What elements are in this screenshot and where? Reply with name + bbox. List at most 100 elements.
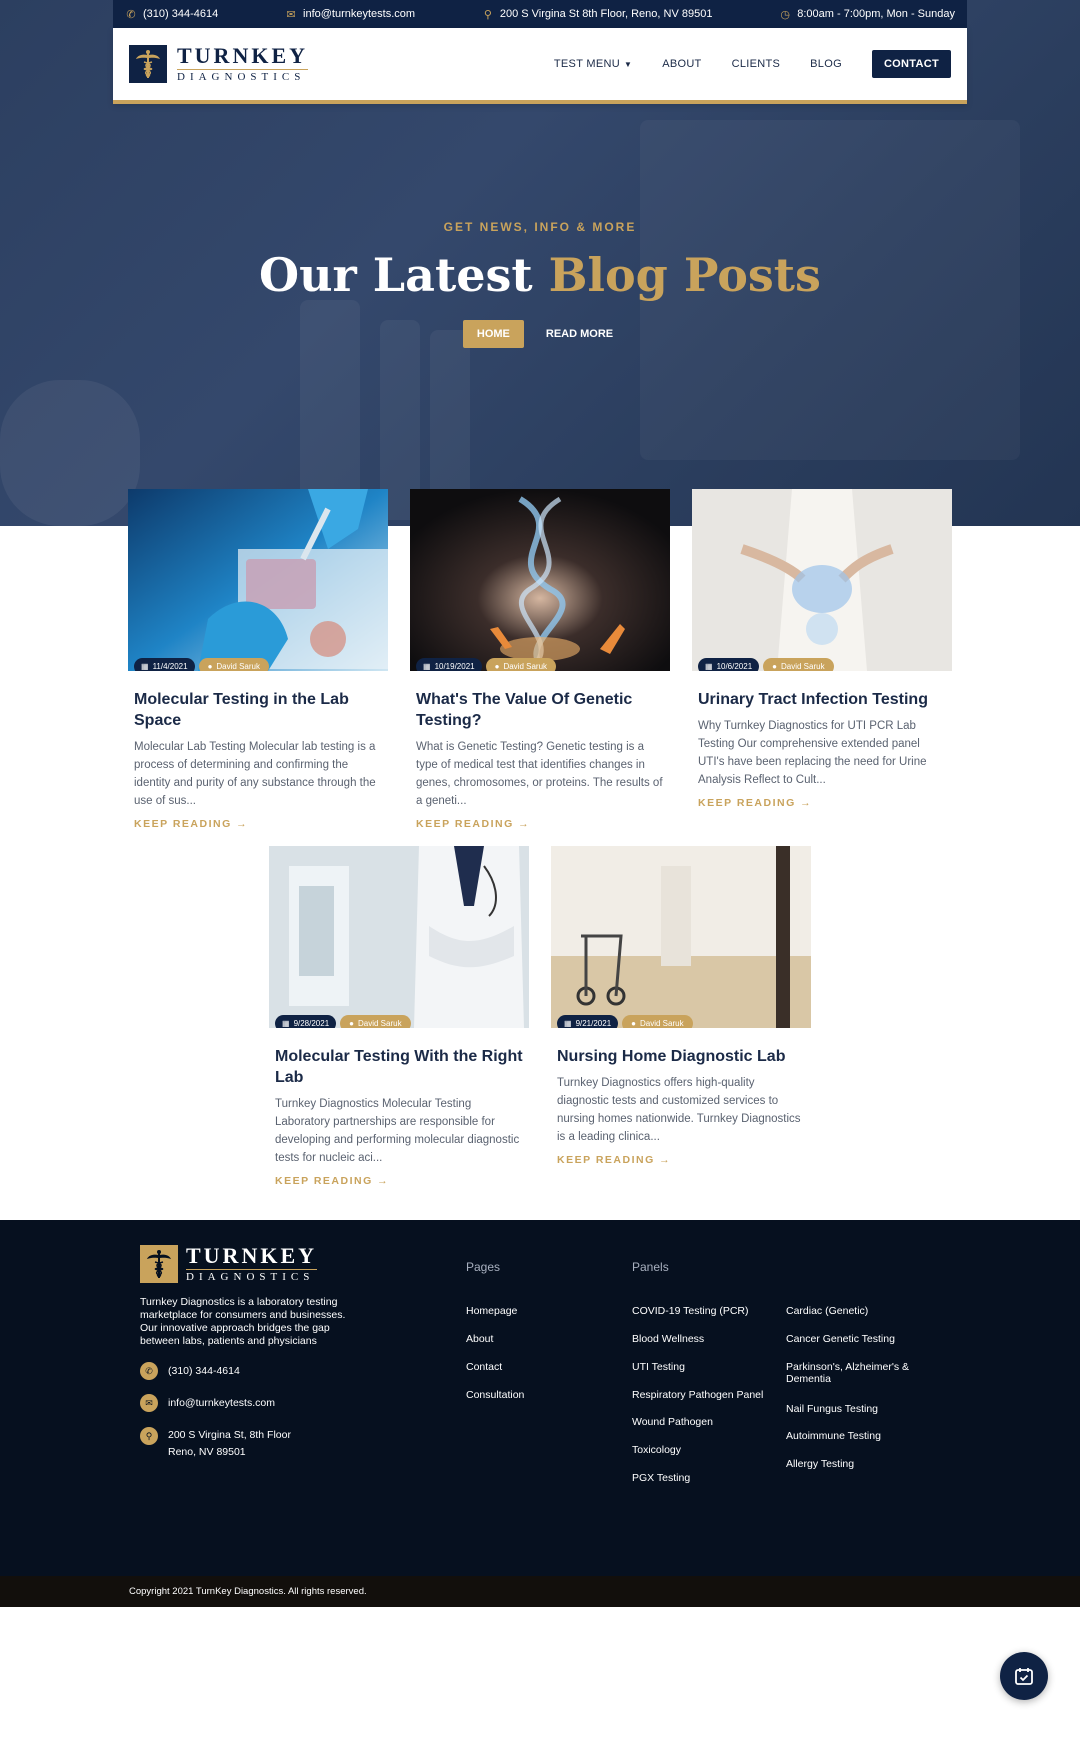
- topbar-address: ⚲ 200 S Virgina St 8th Floor, Reno, NV 8…: [482, 8, 713, 21]
- post-author-badge[interactable]: ● David Saruk: [485, 658, 557, 671]
- footer-link-blood-wellness[interactable]: Blood Wellness: [632, 1333, 704, 1345]
- blog-post-card[interactable]: ▦ 9/21/2021 ● David Saruk Nursing Home Dia…: [551, 846, 811, 1166]
- footer-email-text: info@turnkeytests.com: [168, 1397, 275, 1409]
- blog-post-card[interactable]: ▦ 10/6/2021 ● David Saruk Urinary Tract In…: [692, 489, 952, 809]
- post-date-badge: ▦ 9/21/2021: [557, 1015, 619, 1028]
- footer-email[interactable]: ✉ info@turnkeytests.com: [140, 1394, 275, 1412]
- post-title[interactable]: Molecular Testing With the Right Lab: [275, 1046, 523, 1088]
- footer-logo[interactable]: TURNKEY DIAGNOSTICS: [140, 1243, 318, 1283]
- keep-reading-link[interactable]: KEEP READING →: [698, 797, 946, 809]
- logo-wordmark: TURNKEY: [177, 43, 309, 68]
- keep-reading-link[interactable]: KEEP READING →: [134, 818, 382, 830]
- footer-link-pgx[interactable]: PGX Testing: [632, 1472, 690, 1484]
- post-title[interactable]: Urinary Tract Infection Testing: [698, 689, 946, 710]
- footer-link-respiratory[interactable]: Respiratory Pathogen Panel: [632, 1389, 763, 1401]
- phone-icon: ✆: [126, 8, 136, 21]
- footer-panels-title: Panels: [632, 1260, 669, 1274]
- post-author: David Saruk: [358, 1019, 402, 1028]
- blog-post-card[interactable]: ▦ 11/4/2021 ● David Saruk Molecular Testin…: [128, 489, 388, 830]
- footer-description: Turnkey Diagnostics is a laboratory test…: [140, 1296, 346, 1347]
- post-date: 10/6/2021: [716, 662, 753, 671]
- footer-link-covid[interactable]: COVID-19 Testing (PCR): [632, 1305, 749, 1317]
- hero-title: Our Latest Blog Posts: [0, 248, 1080, 302]
- footer-address-line1: 200 S Virgina St, 8th Floor: [168, 1429, 291, 1441]
- footer-link-about[interactable]: About: [466, 1333, 493, 1345]
- post-excerpt: Molecular Lab Testing Molecular lab test…: [134, 741, 376, 807]
- site-logo[interactable]: TURNKEY DIAGNOSTICS: [129, 43, 309, 83]
- blog-post-card[interactable]: ▦ 10/19/2021 ● David Saruk What's The Valu…: [410, 489, 670, 830]
- copyright-bar: Copyright 2021 TurnKey Diagnostics. All …: [0, 1576, 1080, 1607]
- post-date: 9/21/2021: [575, 1019, 612, 1028]
- blog-post-card[interactable]: ▦ 9/28/2021 ● David Saruk Molecular Testin…: [269, 846, 529, 1187]
- breadcrumb-home-button[interactable]: HOME: [462, 320, 524, 348]
- topbar-email[interactable]: ✉ info@turnkeytests.com: [285, 8, 415, 21]
- footer-logo-wordmark: TURNKEY: [186, 1243, 318, 1268]
- footer-phone[interactable]: ✆ (310) 344-4614: [140, 1362, 240, 1380]
- footer-logo-subtitle: DIAGNOSTICS: [186, 1269, 318, 1283]
- footer-link-toxicology[interactable]: Toxicology: [632, 1444, 681, 1456]
- footer-link-homepage[interactable]: Homepage: [466, 1305, 517, 1317]
- hallway-photo: [551, 846, 811, 1028]
- footer-link-nail-fungus[interactable]: Nail Fungus Testing: [786, 1403, 878, 1415]
- post-author-badge[interactable]: ● David Saruk: [763, 658, 834, 671]
- footer-link-allergy[interactable]: Allergy Testing: [786, 1458, 854, 1470]
- clock-icon: ◷: [780, 8, 791, 21]
- footer-link-parkinsons[interactable]: Parkinson's, Alzheimer's & Dementia: [786, 1361, 926, 1385]
- floating-calendar-button[interactable]: [1000, 1652, 1048, 1700]
- location-pin-icon: ⚲: [483, 8, 492, 21]
- post-image-urinary[interactable]: ▦ 10/6/2021 ● David Saruk: [692, 489, 952, 671]
- keep-reading-link[interactable]: KEEP READING →: [557, 1154, 805, 1166]
- post-author-badge[interactable]: ● David Saruk: [622, 1015, 693, 1028]
- post-title[interactable]: Molecular Testing in the Lab Space: [134, 689, 382, 731]
- footer-pages-title: Pages: [466, 1260, 501, 1274]
- post-title[interactable]: What's The Value Of Genetic Testing?: [416, 689, 664, 731]
- post-title[interactable]: Nursing Home Diagnostic Lab: [557, 1046, 805, 1067]
- nav-clients[interactable]: CLIENTS: [732, 58, 781, 70]
- nav-about[interactable]: ABOUT: [662, 58, 701, 70]
- footer-link-cancer[interactable]: Cancer Genetic Testing: [786, 1333, 895, 1345]
- post-author-badge[interactable]: ● David Saruk: [198, 658, 269, 671]
- post-date-badge: ▦ 10/19/2021: [416, 658, 482, 671]
- hero-title-plain: Our Latest: [259, 248, 533, 302]
- calendar-check-icon: [1015, 1668, 1033, 1685]
- calendar-icon: ▦: [564, 1019, 572, 1028]
- nav-contact-button[interactable]: CONTACT: [871, 50, 951, 78]
- post-author-badge[interactable]: ● David Saruk: [340, 1015, 411, 1028]
- caret-down-icon: ▼: [623, 60, 633, 69]
- hero-bg-person: [0, 380, 140, 526]
- nav-test-menu[interactable]: TEST MENU ▼: [554, 58, 632, 70]
- post-date-badge: ▦ 9/28/2021: [275, 1015, 337, 1028]
- footer-link-uti[interactable]: UTI Testing: [632, 1361, 685, 1373]
- location-pin-icon: ⚲: [140, 1427, 158, 1445]
- footer-link-wound[interactable]: Wound Pathogen: [632, 1416, 713, 1428]
- urinary-photo: [692, 489, 952, 671]
- caduceus-logo-icon: [140, 1245, 178, 1283]
- footer-link-contact[interactable]: Contact: [466, 1361, 502, 1373]
- footer-link-consultation[interactable]: Consultation: [466, 1389, 524, 1401]
- keep-reading-link[interactable]: KEEP READING →: [275, 1175, 523, 1187]
- user-icon: ●: [494, 662, 500, 671]
- logo-subtitle: DIAGNOSTICS: [177, 69, 309, 83]
- post-date: 10/19/2021: [434, 662, 475, 671]
- main-nav: TEST MENU ▼ ABOUT CLIENTS BLOG CONTACT: [554, 50, 951, 78]
- keep-reading-link[interactable]: KEEP READING →: [416, 818, 664, 830]
- post-excerpt: Turnkey Diagnostics offers high-quality …: [557, 1077, 801, 1143]
- site-header: TURNKEY DIAGNOSTICS TEST MENU ▼ ABOUT CLI…: [113, 28, 967, 104]
- nav-test-menu-label: TEST MENU: [553, 58, 620, 70]
- hero-title-accent: Blog Posts: [548, 248, 821, 302]
- post-excerpt: Turnkey Diagnostics Molecular Testing La…: [275, 1098, 520, 1164]
- doctor-photo: [269, 846, 529, 1028]
- footer-link-cardiac[interactable]: Cardiac (Genetic): [786, 1305, 868, 1317]
- topbar-address-text: 200 S Virgina St 8th Floor, Reno, NV 895…: [499, 8, 713, 20]
- post-image-dna[interactable]: ▦ 10/19/2021 ● David Saruk: [410, 489, 670, 671]
- topbar-hours: ◷ 8:00am - 7:00pm, Mon - Sunday: [779, 8, 955, 21]
- mail-icon: ✉: [140, 1394, 158, 1412]
- breadcrumb-read-more[interactable]: READ MORE: [542, 320, 617, 348]
- post-excerpt: What is Genetic Testing? Genetic testing…: [416, 741, 663, 807]
- nav-blog[interactable]: BLOG: [810, 58, 842, 70]
- post-image-lab-pipette[interactable]: ▦ 11/4/2021 ● David Saruk: [128, 489, 388, 671]
- post-image-doctor[interactable]: ▦ 9/28/2021 ● David Saruk: [269, 846, 529, 1028]
- post-image-nursing-home[interactable]: ▦ 9/21/2021 ● David Saruk: [551, 846, 811, 1028]
- topbar-phone[interactable]: ✆ (310) 344-4614: [125, 8, 218, 21]
- footer-link-autoimmune[interactable]: Autoimmune Testing: [786, 1430, 881, 1442]
